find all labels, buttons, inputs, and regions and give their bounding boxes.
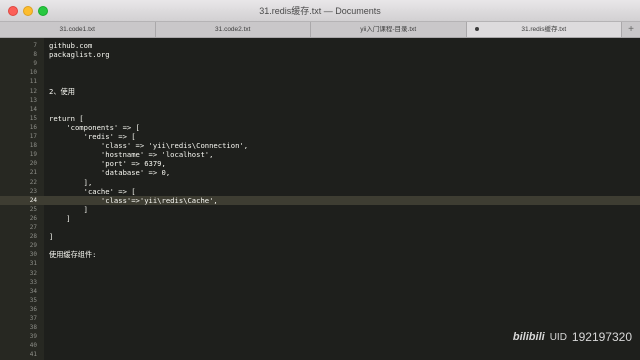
line-number: 36 (29, 305, 37, 313)
uid-number: 192197320 (571, 330, 632, 344)
line-number: 11 (29, 78, 37, 86)
line-number: 40 (29, 342, 37, 350)
line-number: 24 (29, 196, 37, 204)
line-number: 21 (29, 169, 37, 177)
new-tab-button[interactable]: + (622, 22, 640, 37)
line-number: 16 (29, 123, 37, 131)
line-number: 31 (29, 260, 37, 268)
line-number: 20 (29, 160, 37, 168)
line-number: 38 (29, 324, 37, 332)
tab-code2[interactable]: 31.code2.txt (156, 22, 311, 37)
line-number: 18 (29, 142, 37, 150)
code-line[interactable]: 'components' => [ (49, 123, 140, 132)
code-line[interactable]: 'class'=>'yii\redis\Cache', (49, 196, 218, 205)
code-line[interactable]: 'cache' => [ (49, 187, 136, 196)
code-line[interactable]: ] (49, 205, 88, 214)
unsaved-dot-icon[interactable] (474, 27, 479, 31)
line-number: 27 (29, 224, 37, 231)
tab-label: yii入门课程-目录.txt (360, 26, 417, 33)
code-line[interactable]: return [ (49, 114, 84, 123)
line-number: 28 (29, 233, 37, 241)
code-line[interactable]: 使用缓存组件: (49, 250, 96, 259)
tab-label: 31.code1.txt (59, 26, 95, 33)
tab-redis-cache[interactable]: 31.redis缓存.txt (466, 22, 622, 37)
line-number: 10 (29, 69, 37, 77)
line-number: 13 (29, 96, 37, 104)
code-line[interactable]: 'hostname' => 'localhost', (49, 150, 214, 159)
line-number: 23 (29, 187, 37, 195)
bilibili-logo: bilibili (512, 331, 545, 343)
line-number: 8 (33, 51, 37, 59)
line-number: 29 (29, 242, 37, 250)
tab-bar: 31.code1.txt 31.code2.txt yii入门课程-目录.txt… (0, 22, 640, 38)
code-line[interactable]: ] (49, 214, 70, 223)
code-line[interactable]: 'port' => 6379, (49, 159, 166, 168)
line-number: 30 (29, 251, 37, 259)
tab-yii-course-index[interactable]: yii入门课程-目录.txt (311, 22, 467, 37)
tab-label: 31.redis缓存.txt (521, 26, 567, 33)
code-line[interactable]: 2、使用 (49, 87, 75, 96)
current-line-gutter-highlight (0, 195, 44, 205)
tab-label: 31.code2.txt (215, 26, 251, 33)
line-number: 37 (29, 315, 37, 322)
window-title: 31.redis缓存.txt — Documents (259, 6, 381, 16)
line-number: 15 (29, 114, 37, 122)
line-number: 12 (29, 87, 37, 95)
line-number: 33 (29, 278, 37, 286)
line-number: 7 (33, 42, 37, 49)
line-number: 39 (29, 333, 37, 341)
watermark: bilibili UID 192197320 (513, 330, 632, 344)
line-number: 34 (29, 287, 37, 295)
uid-label: UID (549, 331, 567, 343)
code-line[interactable]: packaglist.org (49, 50, 110, 59)
line-number: 19 (29, 151, 37, 159)
line-number: 25 (29, 205, 37, 213)
code-line[interactable]: 'redis' => [ (49, 132, 136, 141)
line-number-gutter: 7 8 9 10 11 12 13 14 15 16 17 18 19 20 21 22 23 24 25 26 27 2… (0, 38, 44, 360)
code-line[interactable]: github.com (49, 41, 92, 50)
line-number: 35 (29, 296, 37, 304)
line-number: 14 (29, 105, 37, 113)
code-line[interactable]: 'database' => 0, (49, 168, 170, 177)
line-number: 26 (29, 214, 37, 222)
line-number: 17 (29, 133, 37, 140)
line-number: 22 (29, 178, 37, 186)
line-number: 9 (33, 60, 37, 68)
text-editor[interactable]: github.com packaglist.org 2、使用 return [ 'co… (44, 38, 640, 360)
line-number: 32 (29, 269, 37, 277)
tab-code1[interactable]: 31.code1.txt (0, 22, 156, 37)
window-titlebar: 31.redis缓存.txt — Documents (0, 0, 640, 22)
code-line[interactable]: 'class' => 'yii\redis\Connection', (49, 141, 248, 150)
code-line[interactable]: ], (49, 178, 93, 187)
line-number: 41 (29, 351, 37, 359)
code-line[interactable]: ] (49, 232, 53, 241)
